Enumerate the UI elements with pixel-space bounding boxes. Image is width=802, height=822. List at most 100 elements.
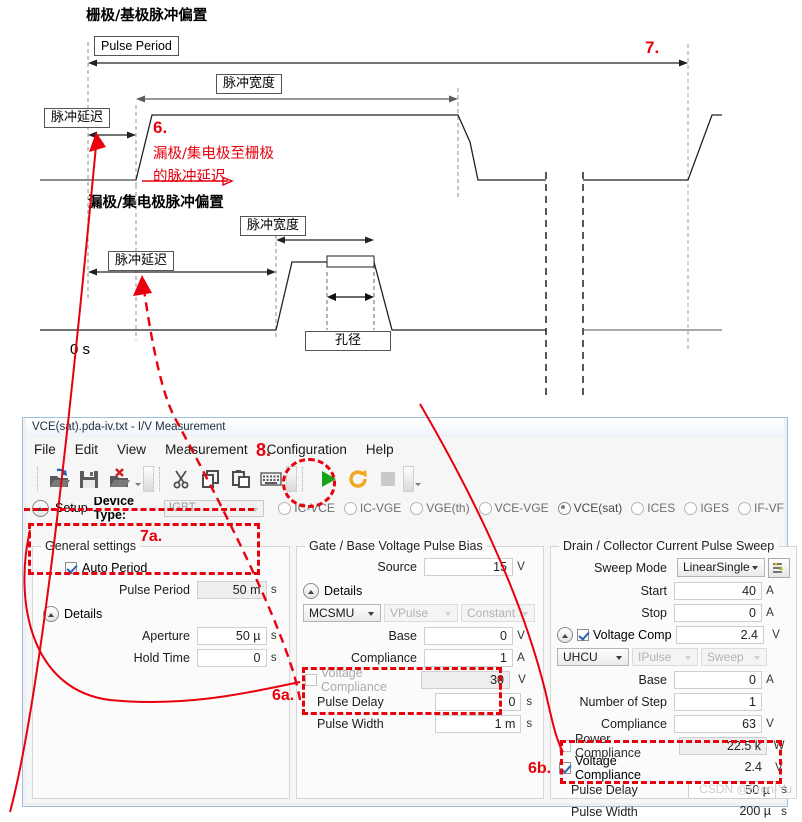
drain-unit-select[interactable]: UHCU: [557, 648, 629, 666]
aperture-unit: s: [270, 629, 277, 642]
radio-iges[interactable]: IGES: [684, 501, 729, 515]
gate-pulse-width-label: Pulse Width: [317, 716, 384, 731]
keyboard-icon[interactable]: [258, 466, 284, 492]
radio-vce-sat[interactable]: VCE(sat): [557, 501, 623, 515]
gate-compliance-unit: A: [517, 651, 525, 664]
pulse-period-unit: s: [270, 583, 277, 596]
drain-vcomp-top-label: Voltage Complia: [593, 627, 672, 642]
drain-pulse-delay-label: Pulse Delay: [571, 782, 638, 797]
radio-vge-th[interactable]: VGE(th): [410, 501, 470, 515]
stop-icon[interactable]: [375, 466, 401, 492]
gate-section-title: 栅极/基极脉冲偏置: [86, 8, 208, 24]
menu-measurement[interactable]: Measurement: [165, 442, 248, 457]
drain-stop-unit: A: [766, 606, 774, 619]
gate-mode-select[interactable]: VPulse: [384, 604, 458, 622]
drain-compliance-unit: V: [766, 717, 774, 730]
gate-base-label: Base: [388, 628, 418, 643]
radio-dot: [684, 501, 698, 515]
details-collapse-icon[interactable]: [43, 605, 59, 622]
gate-base-input[interactable]: 0: [424, 626, 513, 645]
drain-vcomp-top-checkbox[interactable]: [577, 628, 589, 641]
aperture-input[interactable]: 50 µ: [196, 626, 267, 645]
sweep-mode-label: Sweep Mode: [594, 560, 667, 575]
label-pulse-width-bottom: 脉冲宽度: [240, 216, 307, 236]
gate-source-input[interactable]: 15: [424, 557, 513, 576]
delete-file-icon[interactable]: [106, 466, 132, 492]
gate-details-label: Details: [324, 583, 363, 598]
radio-if-vf[interactable]: IF-VF: [738, 501, 784, 515]
annotation-circle-run-button: [282, 458, 336, 508]
drain-pulse-width-input[interactable]: 200 µ: [688, 803, 776, 821]
gate-voltage-compliance-unit: V: [518, 673, 526, 686]
annotation-underline-device-type: [24, 497, 254, 511]
copy-icon[interactable]: [198, 466, 224, 492]
gate-unit-select[interactable]: MCSMU: [303, 604, 381, 622]
annotation-6a-label: 6a.: [272, 687, 295, 704]
drain-stop-label: Stop: [641, 605, 667, 620]
run-dropdown-arrow[interactable]: [414, 466, 423, 492]
radio-ic-vge[interactable]: IC-VGE: [343, 501, 402, 515]
gate-pulse-width-unit: s: [526, 717, 533, 730]
window-title: VCE(sat).pda-iv.txt - I/V Measurement: [26, 418, 784, 437]
radio-vce-vge[interactable]: VCE-VGE: [478, 501, 549, 515]
sweep-mode-select[interactable]: LinearSingle: [677, 558, 765, 577]
menu-file[interactable]: File: [34, 442, 56, 457]
menu-help[interactable]: Help: [366, 442, 394, 457]
drain-step-input[interactable]: 1: [674, 692, 762, 711]
gate-pulse-width-input[interactable]: 1 m: [434, 714, 522, 733]
radio-label: IC-VGE: [359, 501, 402, 515]
pulse-period-input[interactable]: 50 m: [196, 580, 267, 599]
drain-stop-input[interactable]: 0: [674, 603, 762, 622]
open-file-icon[interactable]: [46, 466, 72, 492]
annotation-7-number: 7.: [645, 38, 660, 57]
drain-base-unit: A: [766, 673, 774, 686]
sweep-settings-icon[interactable]: [768, 557, 790, 578]
gate-source-unit: V: [517, 560, 525, 573]
label-zero-seconds: 0 s: [70, 341, 91, 358]
annotation-6b-label: 6b.: [528, 760, 552, 777]
screenshot-root: 栅极/基极脉冲偏置 漏极/集电极脉冲偏置 Pulse Period 脉冲宽度 脉…: [0, 0, 802, 819]
measure-mode-radios: IC-VCE IC-VGE VGE(th) VCE-VGE VCE(sat) I…: [278, 501, 784, 515]
gate-function-select[interactable]: Constant: [461, 604, 535, 622]
drain-start-input[interactable]: 40: [674, 581, 762, 600]
save-file-icon[interactable]: [76, 466, 102, 492]
radio-ices[interactable]: ICES: [631, 501, 675, 515]
annotation-6-number: 6.: [153, 118, 168, 137]
gate-source-label: Source: [377, 559, 417, 574]
drain-details-collapse-icon[interactable]: [557, 626, 573, 643]
drain-pulse-width-unit: s: [781, 805, 787, 818]
annotation-box-6b: [560, 740, 782, 784]
drain-mode-select[interactable]: IPulse: [632, 648, 698, 666]
radio-label: IF-VF: [754, 501, 784, 515]
annotation-8-label: 8.: [256, 440, 272, 460]
toolbar: [26, 461, 784, 497]
drain-start-unit: A: [766, 584, 774, 597]
radio-label: VCE(sat): [573, 501, 623, 515]
cut-icon[interactable]: [168, 466, 194, 492]
drain-vcomp-top-input[interactable]: 2.4: [676, 625, 764, 644]
repeat-icon[interactable]: [345, 466, 371, 492]
radio-dot: [343, 501, 357, 515]
menu-edit[interactable]: Edit: [75, 442, 98, 457]
gate-compliance-input[interactable]: 1: [424, 648, 513, 667]
drain-section-title: 漏极/集电极脉冲偏置: [88, 195, 224, 211]
drain-step-label: Number of Step: [579, 694, 667, 709]
general-details-label: Details: [64, 606, 103, 621]
menu-view[interactable]: View: [117, 442, 146, 457]
gate-details-collapse-icon[interactable]: [303, 582, 319, 599]
drain-base-input[interactable]: 0: [674, 670, 762, 689]
menu-configuration[interactable]: Configuration: [267, 442, 347, 457]
menu-bar: File Edit View Measurement Configuration…: [26, 437, 784, 461]
hold-time-input[interactable]: 0: [196, 648, 267, 667]
radio-label: IGES: [700, 501, 729, 515]
radio-dot: [478, 501, 492, 515]
gate-base-unit: V: [517, 629, 525, 642]
open-dropdown-arrow[interactable]: [134, 466, 143, 492]
radio-label: ICES: [647, 501, 676, 515]
drain-compliance-input[interactable]: 63: [674, 714, 762, 733]
drain-function-select[interactable]: Sweep: [701, 648, 767, 666]
drain-vcomp-top-unit: V: [772, 628, 780, 641]
radio-label: VGE(th): [426, 501, 470, 515]
label-pulse-period: Pulse Period: [94, 36, 179, 56]
paste-icon[interactable]: [228, 466, 254, 492]
